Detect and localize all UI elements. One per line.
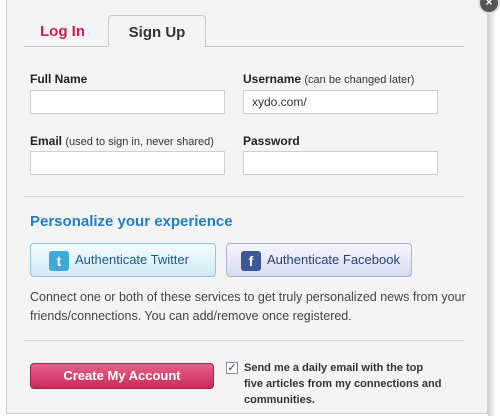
- twitter-icon: t: [49, 251, 69, 271]
- section-divider: [24, 196, 464, 197]
- signup-dialog: [6, 0, 488, 414]
- password-input[interactable]: [243, 151, 438, 175]
- full-name-input[interactable]: [30, 90, 225, 114]
- window-shadow: [488, 0, 496, 416]
- close-icon: ×: [485, 0, 493, 9]
- email-input[interactable]: [30, 151, 225, 175]
- username-input[interactable]: [243, 90, 438, 114]
- authenticate-twitter-label: Authenticate Twitter: [75, 252, 189, 267]
- daily-email-label: Send me a daily email with the top five …: [244, 362, 442, 406]
- personalize-description: Connect one or both of these services to…: [30, 290, 466, 323]
- tab-divider: [24, 46, 464, 47]
- authenticate-twitter-button[interactable]: t Authenticate Twitter: [30, 243, 216, 277]
- authenticate-facebook-button[interactable]: f Authenticate Facebook: [226, 243, 412, 277]
- password-label: Password: [243, 134, 300, 148]
- authenticate-facebook-label: Authenticate Facebook: [267, 252, 400, 267]
- footer-divider: [24, 340, 464, 341]
- username-label: Username (can be changed later): [243, 72, 415, 86]
- tab-login[interactable]: Log In: [24, 15, 108, 47]
- checkmark-icon: ✓: [227, 362, 237, 374]
- create-account-button[interactable]: Create My Account: [30, 363, 214, 389]
- email-label: Email (used to sign in, never shared): [30, 134, 214, 148]
- full-name-label: Full Name: [30, 72, 88, 86]
- daily-email-checkbox[interactable]: ✓: [226, 362, 238, 374]
- facebook-icon: f: [241, 251, 261, 271]
- personalize-title: Personalize your experience: [30, 213, 233, 230]
- tab-signup[interactable]: Sign Up: [108, 15, 206, 47]
